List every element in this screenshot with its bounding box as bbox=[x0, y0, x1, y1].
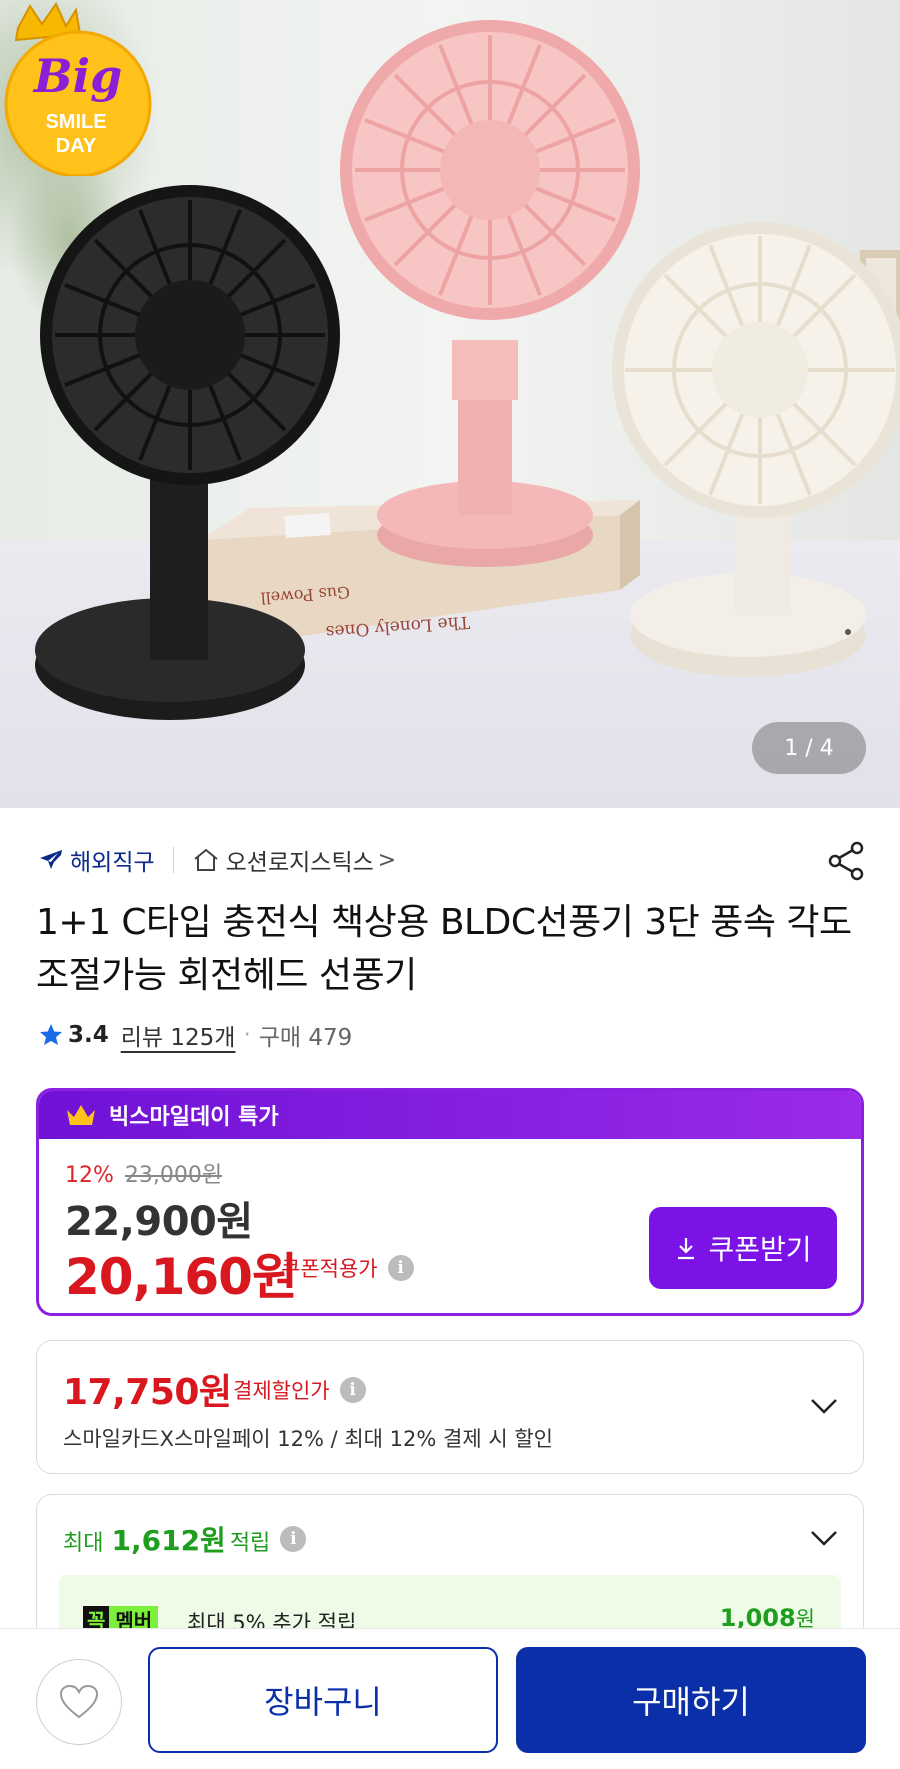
points-suffix: 적립 bbox=[229, 1531, 271, 1556]
image-page-counter: 1 / 4 bbox=[752, 722, 866, 774]
discount-percent: 12% bbox=[65, 1163, 114, 1188]
chevron-down-icon[interactable] bbox=[809, 1529, 839, 1547]
get-coupon-button[interactable]: 쿠폰받기 bbox=[649, 1207, 837, 1289]
badge-day-text: DAY bbox=[56, 135, 97, 157]
store-link[interactable]: 오션로지스틱스 bbox=[226, 843, 374, 877]
crown-icon bbox=[67, 1105, 95, 1125]
rating-score: 3.4 bbox=[68, 1022, 109, 1048]
promo-header: 빅스마일데이 특가 bbox=[39, 1091, 861, 1139]
info-icon[interactable]: i bbox=[339, 1377, 366, 1403]
payment-discount-label: 결제할인가 bbox=[233, 1379, 330, 1403]
points-amount: 1,612원 bbox=[111, 1524, 226, 1557]
payment-discount-label-wrap: 결제할인가 i bbox=[233, 1375, 366, 1405]
purchase-count: 구매 479 bbox=[258, 1025, 353, 1051]
heart-icon bbox=[59, 1684, 99, 1719]
get-coupon-label: 쿠폰받기 bbox=[708, 1233, 812, 1266]
store-home-icon bbox=[194, 848, 218, 871]
overseas-direct-label: 해외직구 bbox=[70, 850, 155, 876]
coupon-price: 20,160원 bbox=[65, 1248, 298, 1306]
coupon-price-label: 쿠폰적용가 bbox=[281, 1257, 378, 1281]
star-icon bbox=[40, 1024, 62, 1045]
product-image-carousel[interactable]: Gus Powell The Lonely Ones Big SMILE DAY… bbox=[0, 0, 900, 808]
big-smile-day-promo-box: 빅스마일데이 특가 12% 23,000원 22,900원 20,160원 쿠폰… bbox=[36, 1088, 864, 1316]
info-icon[interactable]: i bbox=[280, 1526, 307, 1552]
divider bbox=[172, 847, 174, 873]
buy-now-button[interactable]: 구매하기 bbox=[516, 1647, 866, 1753]
download-icon bbox=[678, 1238, 695, 1260]
info-icon[interactable]: i bbox=[387, 1255, 414, 1281]
bottom-action-bar: 장바구니 구매하기 bbox=[0, 1628, 900, 1769]
payment-discount-price: 17,750원 bbox=[63, 1372, 232, 1413]
share-icon[interactable] bbox=[826, 840, 866, 882]
review-count-link[interactable]: 리뷰 125개 bbox=[121, 1018, 236, 1052]
points-prefix: 최대 bbox=[63, 1531, 104, 1556]
badge-big-text: Big bbox=[32, 49, 123, 103]
original-price: 23,000원 bbox=[124, 1163, 223, 1188]
add-to-cart-button[interactable]: 장바구니 bbox=[148, 1647, 498, 1753]
promo-header-label: 빅스마일데이 특가 bbox=[109, 1105, 279, 1130]
max-points-row: 최대 1,612원 적립 i bbox=[63, 1519, 307, 1559]
chevron-right-icon: > bbox=[377, 847, 397, 873]
discount-row: 12% 23,000원 bbox=[65, 1157, 222, 1189]
separator-dot: · bbox=[243, 1022, 251, 1048]
badge-smile-text: SMILE bbox=[45, 111, 106, 133]
wishlist-button[interactable] bbox=[36, 1659, 122, 1745]
seller-row: 해외직구 오션로지스틱스 > bbox=[38, 842, 868, 878]
chevron-down-icon[interactable] bbox=[809, 1397, 839, 1415]
payment-discount-description: 스마일카드X스마일페이 12% / 최대 12% 결제 시 할인 bbox=[63, 1427, 553, 1451]
payment-discount-card[interactable]: 17,750원 결제할인가 i 스마일카드X스마일페이 12% / 최대 12%… bbox=[36, 1340, 864, 1474]
rating-row: 3.4 리뷰 125개 · 구매 479 bbox=[38, 1018, 352, 1052]
coupon-price-label-wrap: 쿠폰적용가 i bbox=[281, 1253, 414, 1283]
airplane-icon bbox=[40, 850, 62, 869]
product-title: 1+1 C타입 충전식 책상용 BLDC선풍기 3단 풍속 각도조절가능 회전헤… bbox=[36, 902, 852, 996]
big-smile-day-badge: Big SMILE DAY bbox=[4, 1, 152, 176]
